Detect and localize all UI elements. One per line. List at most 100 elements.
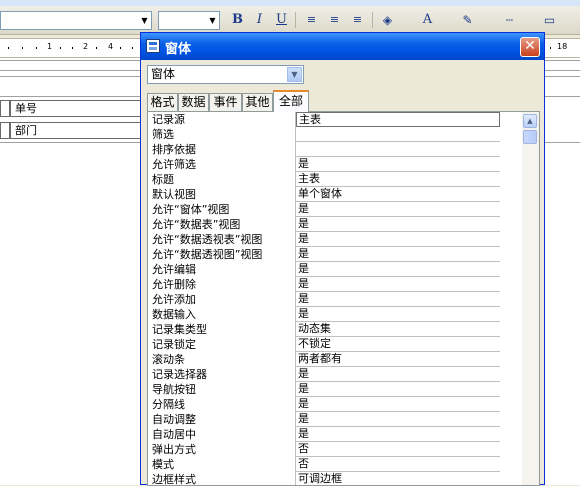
tab-data[interactable]: 数据	[178, 93, 209, 111]
font-color-icon[interactable]: A	[418, 11, 437, 29]
property-name: 标题	[148, 172, 296, 187]
chevron-down-icon[interactable]: ▼	[287, 67, 302, 82]
property-row[interactable]: 允许删除 是	[148, 277, 522, 292]
chevron-down-icon[interactable]: ▼	[138, 12, 151, 29]
property-name-text: 允许筛选	[152, 158, 198, 171]
property-row[interactable]: 模式 否	[148, 457, 522, 472]
property-value[interactable]: 两者都有	[296, 352, 500, 367]
title-bar[interactable]: 窗体 ✕	[141, 33, 544, 60]
border-style-icon[interactable]: ▭	[540, 11, 559, 29]
tab-all[interactable]: 全部	[273, 90, 309, 112]
property-name-text: 自动调整	[152, 413, 198, 426]
font-name-combo[interactable]: ▼	[0, 11, 152, 30]
property-value[interactable]: 不锁定	[296, 337, 500, 352]
property-row[interactable]: 允许筛选 是	[148, 157, 522, 172]
property-name: 导航按钮	[148, 382, 296, 397]
line-color-icon[interactable]: ✎	[458, 11, 477, 29]
window-title: 窗体	[165, 42, 192, 57]
underline-icon[interactable]: U	[272, 11, 291, 29]
bold-icon[interactable]: B	[228, 11, 247, 29]
property-row[interactable]: 排序依据	[148, 142, 522, 157]
property-row[interactable]: 分隔线 是	[148, 397, 522, 412]
align-left-icon[interactable]: ≡	[302, 11, 321, 29]
property-value[interactable]: 是	[296, 292, 500, 307]
property-row[interactable]: 允许“数据透视表”视图 是	[148, 232, 522, 247]
property-row[interactable]: 滚动条 两者都有	[148, 352, 522, 367]
property-row[interactable]: 导航按钮 是	[148, 382, 522, 397]
property-name: 边框样式	[148, 472, 296, 485]
property-value[interactable]: 是	[296, 427, 500, 442]
property-name: 允许编辑	[148, 262, 296, 277]
property-row[interactable]: 边框样式 可调边框	[148, 472, 522, 485]
scroll-up-icon[interactable]: ▲	[523, 114, 537, 128]
chevron-down-icon[interactable]: ▼	[206, 12, 219, 29]
property-value[interactable]: 是	[296, 412, 500, 427]
line-style-icon[interactable]: ┄	[500, 11, 519, 29]
scroll-thumb[interactable]	[523, 130, 537, 144]
property-row[interactable]: 记录选择器 是	[148, 367, 522, 382]
fill-color-icon[interactable]: ◈	[378, 11, 397, 29]
property-row[interactable]: 允许“窗体”视图 是	[148, 202, 522, 217]
font-size-combo[interactable]: ▼	[158, 11, 220, 30]
property-name: 筛选	[148, 127, 296, 142]
vertical-scrollbar[interactable]: ▲	[522, 112, 539, 485]
property-value[interactable]: 是	[296, 232, 500, 247]
property-value[interactable]: 是	[296, 277, 500, 292]
property-name: 记录集类型	[148, 322, 296, 337]
object-selector[interactable]: 窗体 ▼	[147, 65, 304, 84]
property-name: 记录选择器	[148, 367, 296, 382]
property-value[interactable]: 单个窗体	[296, 187, 500, 202]
property-value[interactable]: 是	[296, 202, 500, 217]
tab-other[interactable]: 其他	[242, 93, 273, 111]
property-value[interactable]: 是	[296, 397, 500, 412]
field-selector[interactable]	[0, 122, 10, 139]
italic-icon[interactable]: I	[250, 11, 269, 29]
ruler-tick	[72, 47, 73, 49]
formatting-toolbar: ▼ ▼ B I U ≡ ≡ ≡ ◈ A ✎ ┄ ▭	[0, 0, 580, 35]
property-row[interactable]: 允许“数据表”视图 是	[148, 217, 522, 232]
property-row[interactable]: 筛选	[148, 127, 522, 142]
property-value[interactable]	[296, 127, 500, 142]
property-name: 允许删除	[148, 277, 296, 292]
field-label-bumen[interactable]: 部门	[10, 122, 146, 139]
property-row[interactable]: 记录集类型 动态集	[148, 322, 522, 337]
property-row[interactable]: 允许编辑 是	[148, 262, 522, 277]
close-icon[interactable]: ✕	[520, 37, 540, 57]
property-row[interactable]: 自动调整 是	[148, 412, 522, 427]
property-row[interactable]: 标题 主表	[148, 172, 522, 187]
property-name: 自动居中	[148, 427, 296, 442]
tab-format[interactable]: 格式	[147, 93, 178, 111]
property-name-text: 筛选	[152, 128, 176, 141]
property-value[interactable]: 否	[296, 457, 500, 472]
align-right-icon[interactable]: ≡	[348, 11, 367, 29]
property-row[interactable]: 数据输入 是	[148, 307, 522, 322]
field-selector[interactable]	[0, 100, 10, 117]
property-row[interactable]: 允许“数据透视图”视图 是	[148, 247, 522, 262]
property-row[interactable]: 弹出方式 否	[148, 442, 522, 457]
property-value[interactable]	[296, 142, 500, 157]
field-label-danhao[interactable]: 单号	[10, 100, 146, 117]
property-value[interactable]: 否	[296, 442, 500, 457]
property-value[interactable]: 是	[296, 262, 500, 277]
property-value[interactable]: 动态集	[296, 322, 500, 337]
property-value[interactable]: 是	[296, 382, 500, 397]
property-row[interactable]: 默认视图 单个窗体	[148, 187, 522, 202]
property-row[interactable]: 自动居中 是	[148, 427, 522, 442]
standard-toolbar-strip	[0, 0, 580, 6]
property-value[interactable]: 是	[296, 367, 500, 382]
property-value[interactable]: 主表	[296, 172, 500, 187]
tab-event[interactable]: 事件	[209, 93, 242, 111]
property-value[interactable]: 是	[296, 307, 500, 322]
property-value[interactable]: 主表	[296, 112, 500, 127]
property-row[interactable]: 记录锁定 不锁定	[148, 337, 522, 352]
property-row[interactable]: 允许添加 是	[148, 292, 522, 307]
property-value[interactable]: 是	[296, 157, 500, 172]
ruler-number: 18	[557, 42, 568, 51]
property-value[interactable]: 是	[296, 247, 500, 262]
property-value[interactable]: 可调边框	[296, 472, 500, 485]
property-value[interactable]: 是	[296, 217, 500, 232]
property-row[interactable]: 记录源 主表	[148, 112, 522, 127]
property-name-text: 允许“数据透视图”视图	[152, 248, 265, 261]
align-center-icon[interactable]: ≡	[325, 11, 344, 29]
property-name: 排序依据	[148, 142, 296, 157]
